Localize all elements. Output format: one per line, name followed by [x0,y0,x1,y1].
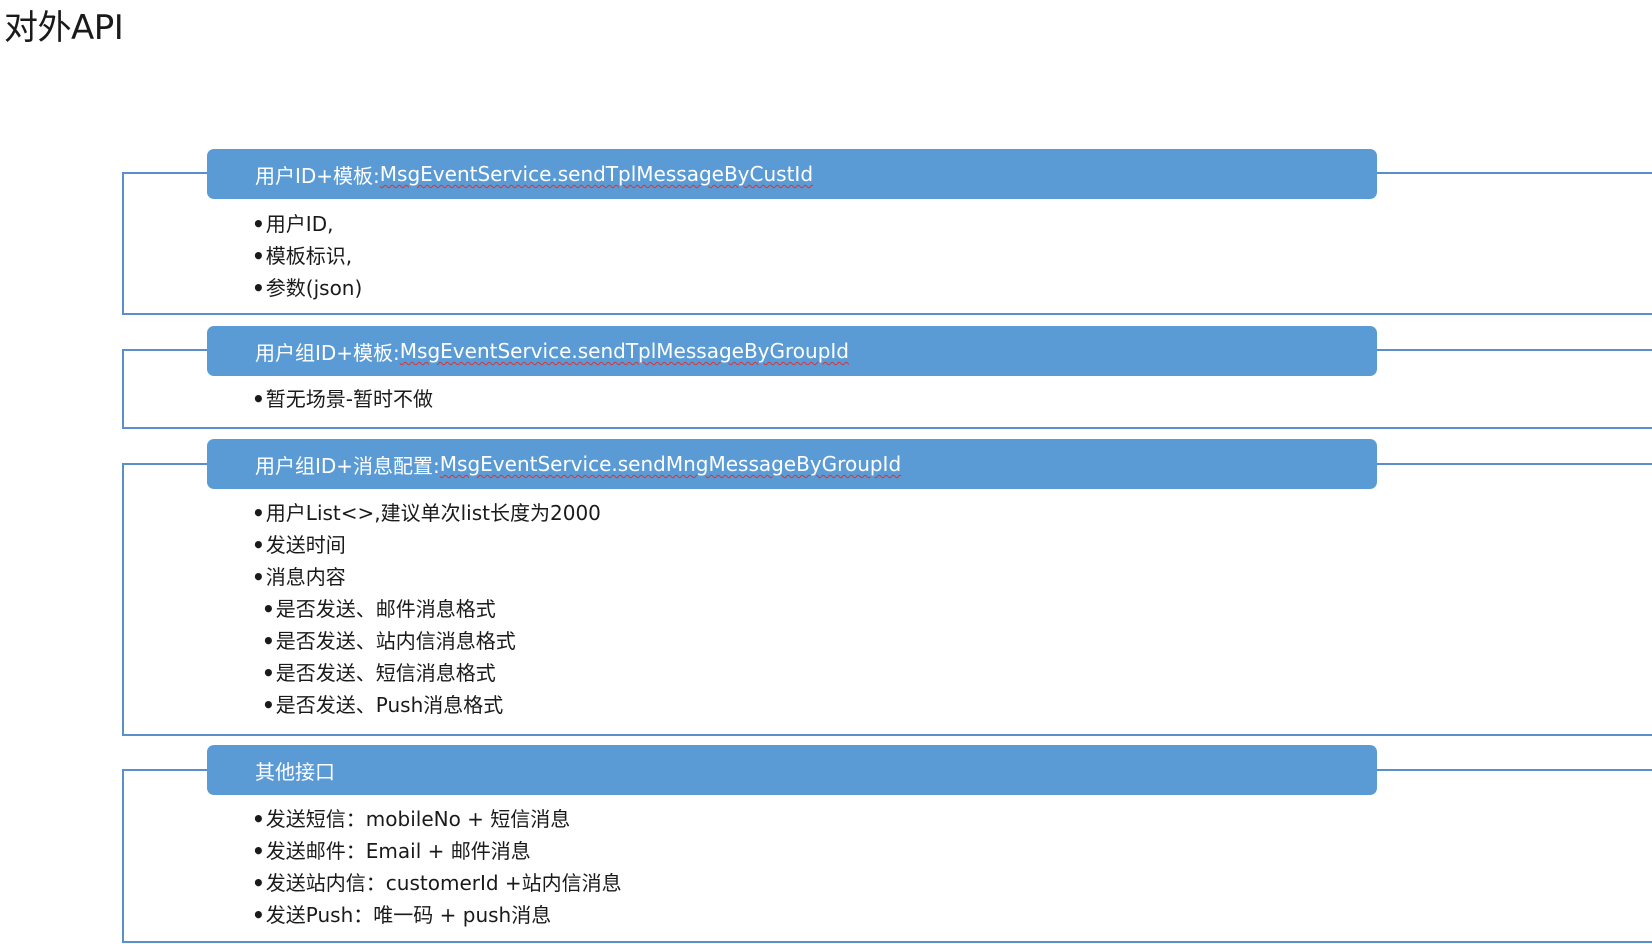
list-item-text: 发送站内信：customerId +站内信消息 [265,871,622,895]
list-item-text: 发送短信：mobileNo + 短信消息 [265,807,571,831]
list-item-text: 暂无场景-暂时不做 [265,387,434,411]
list-item-text: 用户ID, [265,212,334,236]
list-item-text: 模板标识, [265,244,353,268]
list-item-text: 用户List<>,建议单次list长度为2000 [265,501,601,525]
list-item: •用户ID, [252,208,362,240]
list-item-text: 参数(json) [265,276,363,300]
list-item: •模板标识, [252,240,362,272]
list-item: •是否发送、站内信消息格式 [252,625,601,657]
section-header-3: 用户组ID+消息配置: MsgEventService.sendMngMessag… [207,439,1377,489]
bullet-dot-icon: • [252,533,265,557]
list-item-text: 消息内容 [265,565,346,589]
section-header-method: MsgEventService.sendMngMessageByGroupId [439,452,902,476]
section-header-1: 用户ID+模板: MsgEventService.sendTplMessageBy… [207,149,1377,199]
bullet-dot-icon: • [262,661,275,685]
bullet-dot-icon: • [252,839,265,863]
list-item-text: 发送时间 [265,533,346,557]
section-header-4: 其他接口 [207,745,1377,795]
bullet-dot-icon: • [252,244,265,268]
list-item: •发送邮件：Email + 邮件消息 [252,835,622,867]
section-header-method: MsgEventService.sendTplMessageByCustId [379,162,814,186]
bullet-dot-icon: • [252,276,265,300]
bullet-dot-icon: • [252,501,265,525]
list-item: •是否发送、邮件消息格式 [252,593,601,625]
list-item: •参数(json) [252,272,362,304]
bullet-list-2: •暂无场景-暂时不做 [252,383,433,415]
page-title: 对外API [4,8,124,48]
section-header-2: 用户组ID+模板: MsgEventService.sendTplMessageB… [207,326,1377,376]
bullet-dot-icon: • [252,807,265,831]
section-header-prefix: 其他接口 [255,759,335,784]
bullet-dot-icon: • [262,629,275,653]
list-item-text: 是否发送、Push消息格式 [275,693,504,717]
list-item-text: 是否发送、邮件消息格式 [275,597,496,621]
bullet-dot-icon: • [252,212,265,236]
bullet-dot-icon: • [252,565,265,589]
list-item: •发送站内信：customerId +站内信消息 [252,867,622,899]
section-header-method: MsgEventService.sendTplMessageByGroupId [399,339,849,363]
bullet-dot-icon: • [262,597,275,621]
bullet-dot-icon: • [262,693,275,717]
list-item-text: 是否发送、站内信消息格式 [275,629,516,653]
bullet-list-4: •发送短信：mobileNo + 短信消息 •发送邮件：Email + 邮件消息… [252,803,622,931]
list-item: •用户List<>,建议单次list长度为2000 [252,497,601,529]
list-item: •是否发送、短信消息格式 [252,657,601,689]
list-item-text: 发送邮件：Email + 邮件消息 [265,839,531,863]
bullet-dot-icon: • [252,903,265,927]
bullet-list-3: •用户List<>,建议单次list长度为2000 •发送时间 •消息内容 •是… [252,497,601,721]
section-header-prefix: 用户组ID+消息配置: [255,453,440,478]
list-item: •发送Push：唯一码 + push消息 [252,899,622,931]
list-item: •发送短信：mobileNo + 短信消息 [252,803,622,835]
section-header-prefix: 用户组ID+模板: [255,340,400,365]
bullet-dot-icon: • [252,387,265,411]
list-item-text: 发送Push：唯一码 + push消息 [265,903,552,927]
bullet-list-1: •用户ID, •模板标识, •参数(json) [252,208,362,304]
list-item: •暂无场景-暂时不做 [252,383,433,415]
list-item: •发送时间 [252,529,601,561]
list-item-text: 是否发送、短信消息格式 [275,661,496,685]
bullet-dot-icon: • [252,871,265,895]
list-item: •是否发送、Push消息格式 [252,689,601,721]
list-item: •消息内容 [252,561,601,593]
section-header-prefix: 用户ID+模板: [255,163,380,188]
